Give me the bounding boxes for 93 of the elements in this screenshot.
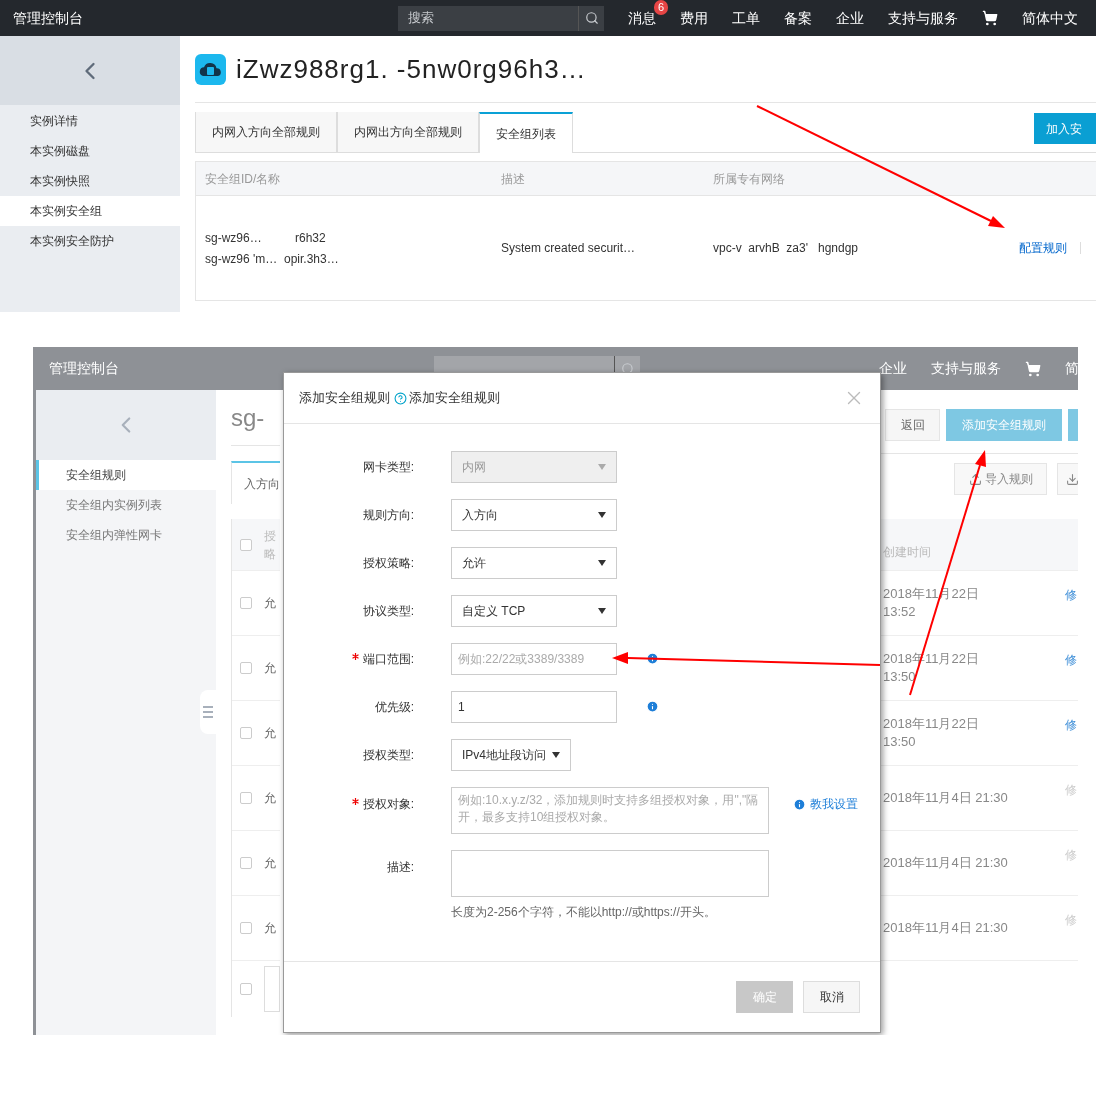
edit-link[interactable]: 修 — [1065, 651, 1077, 700]
dialog-title: 添加安全组规则 — [299, 389, 390, 408]
field-label: 规则方向: — [362, 507, 414, 524]
page-title: sg- — [231, 402, 265, 433]
dropdown[interactable]: 允许 — [451, 547, 617, 579]
field-label: 描述: — [386, 859, 414, 876]
table-cell-text: System created securit… — [501, 240, 637, 257]
notification-badge: 6 — [653, 0, 668, 15]
table-cell-text: 2018年11月4日 21:30 — [883, 919, 1009, 937]
toolbar-button[interactable]: 返回 — [885, 409, 940, 441]
dropdown[interactable]: IPv4地址段访问 — [451, 739, 571, 771]
checkbox[interactable] — [240, 597, 252, 609]
upload-icon — [968, 472, 982, 486]
help-link[interactable]: 教我设置 — [793, 795, 858, 813]
sidebar-item[interactable]: 安全组内实例列表 — [36, 490, 216, 520]
table-cell-text: 2018年11月4日 21:30 — [883, 789, 1009, 807]
checkbox[interactable] — [240, 727, 252, 739]
column-header: 描述 — [501, 170, 526, 188]
field-label: 优先级: — [374, 699, 414, 716]
checkbox[interactable] — [240, 983, 252, 995]
info-icon[interactable] — [646, 652, 659, 665]
help-icon[interactable] — [394, 391, 407, 405]
nav-link[interactable]: 消息 — [628, 9, 656, 26]
dropdown-arrow-icon — [552, 752, 560, 758]
tab[interactable]: 内网入方向全部规则 — [195, 112, 337, 152]
table-cell-text: 允 — [264, 920, 276, 937]
text-field[interactable]: 例如:22/22或3389/3389 — [451, 643, 617, 675]
sidebar-item[interactable]: 本实例快照 — [0, 166, 180, 196]
table-cell-text: 允 — [264, 660, 276, 677]
nav-link[interactable]: 支持与服务 — [888, 9, 958, 26]
field-label: 授权对象: — [362, 796, 414, 813]
hint-text: 长度为2-256个字符，不能以http://或https://开头。 — [451, 904, 717, 921]
dropdown[interactable]: 自定义 TCP — [451, 595, 617, 627]
checkbox[interactable] — [240, 538, 252, 551]
column-header: 安全组ID/名称 — [205, 170, 282, 188]
language-link[interactable]: 简体中文 — [1022, 7, 1078, 29]
cloud-server-icon — [195, 53, 226, 85]
table-cell-text: sg-wz96 'm… opir.3h3… — [205, 250, 340, 268]
table-cell-text: 2018年11月4日 21:30 — [883, 854, 1009, 872]
dialog-button[interactable]: 取消 — [803, 981, 860, 1013]
table-cell-text: sg-wz96… r6h32 — [205, 229, 327, 247]
table-cell-text: 2018年11月22日 13:50 — [883, 715, 980, 751]
tab[interactable]: 入方向 — [231, 461, 280, 504]
import-button[interactable]: 导入规则 — [954, 463, 1047, 495]
download-icon — [1066, 472, 1078, 486]
nav-link[interactable]: 企业 — [836, 9, 864, 26]
sidebar-item[interactable]: 实例详情 — [0, 106, 180, 136]
configure-link[interactable]: 配置规则 — [1019, 239, 1067, 257]
sidebar-item[interactable]: 本实例安全防护 — [0, 226, 180, 256]
field-label: 协议类型: — [362, 603, 414, 620]
sidebar-item[interactable]: 安全组规则 — [36, 460, 216, 490]
dropdown[interactable]: 入方向 — [451, 499, 617, 531]
field-label: 授权策略: — [362, 555, 414, 572]
list-icon — [203, 706, 213, 718]
console-title[interactable]: 管理控制台 — [13, 9, 83, 26]
table-cell-text: 允 — [264, 725, 276, 742]
nav-link[interactable]: 费用 — [680, 9, 708, 26]
dropdown-arrow-icon — [598, 464, 606, 470]
table-cell-text: vpc-v arvhB za3' hgndgp — [713, 240, 860, 257]
edit-link[interactable]: 修 — [1065, 716, 1077, 765]
table-cell-text: 允 — [264, 595, 276, 612]
search-icon[interactable] — [584, 11, 599, 25]
text-area[interactable]: 例如:10.x.y.z/32，添加规则时支持多组授权对象，用","隔开，最多支持10组授权对象。 — [451, 787, 769, 834]
text-area[interactable] — [451, 850, 769, 897]
column-header: 所属专有网络 — [713, 170, 786, 188]
tab[interactable]: 安全组列表 — [479, 112, 573, 153]
edit-link[interactable]: 修 — [1065, 586, 1077, 635]
collapse-handle[interactable] — [200, 690, 216, 734]
checkbox[interactable] — [240, 662, 252, 674]
help-link[interactable]: 添加安全组规则 — [409, 388, 500, 408]
download-button[interactable] — [1057, 463, 1078, 495]
table-cell-text: 允 — [264, 855, 276, 872]
tab[interactable]: 内网出方向全部规则 — [337, 112, 479, 152]
nav-link[interactable]: 备案 — [784, 9, 812, 26]
instance-title: iZwz988rg1. -5nw0rg96h3… — [236, 52, 587, 86]
input-field[interactable] — [264, 966, 280, 1012]
search-field[interactable]: 搜索 — [398, 5, 604, 31]
field-label: 端口范围: — [362, 651, 414, 668]
field-label: 授权类型: — [362, 747, 414, 764]
sidebar-item[interactable]: 安全组内弹性网卡 — [36, 520, 216, 550]
column-header: 授略 — [264, 527, 276, 563]
text-field[interactable]: 1 — [451, 691, 617, 723]
nav-link[interactable]: 工单 — [732, 9, 760, 26]
table-cell-text: 允 — [264, 790, 276, 807]
sidebar-item[interactable]: 本实例磁盘 — [0, 136, 180, 166]
info-icon[interactable] — [646, 700, 659, 713]
dropdown-arrow-icon — [598, 560, 606, 566]
dropdown-arrow-icon — [598, 608, 606, 614]
sidebar-item[interactable]: 本实例安全组 — [0, 196, 180, 226]
info-icon — [793, 797, 806, 811]
cart-icon[interactable] — [982, 10, 998, 26]
dropdown-arrow-icon — [598, 512, 606, 518]
field-label: 网卡类型: — [362, 459, 414, 476]
